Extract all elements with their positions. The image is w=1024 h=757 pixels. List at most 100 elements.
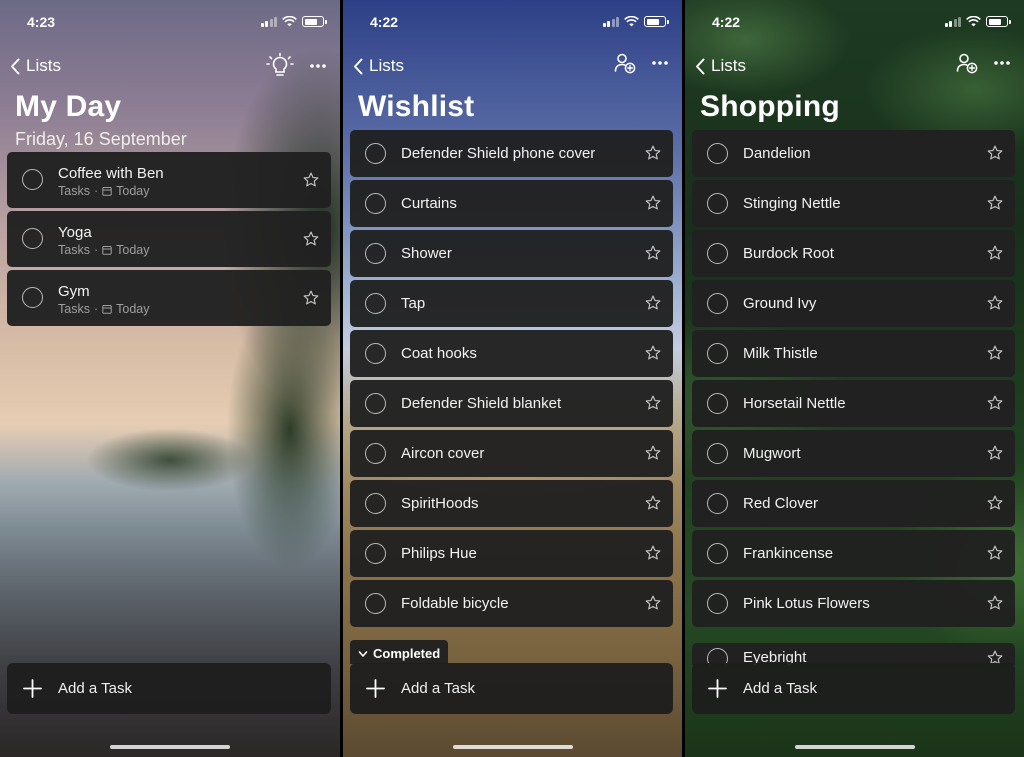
- complete-checkbox[interactable]: [365, 293, 386, 314]
- task-title: Coffee with Ben: [58, 165, 164, 182]
- shopping-screen: 4:22 Lists Shopping Dandelion Stinging N…: [685, 0, 1024, 757]
- star-icon[interactable]: [644, 144, 662, 162]
- complete-checkbox[interactable]: [365, 543, 386, 564]
- star-icon[interactable]: [986, 294, 1004, 312]
- back-to-lists-button[interactable]: Lists: [695, 56, 746, 76]
- task-item[interactable]: Aircon cover: [350, 430, 673, 477]
- task-title: Ground Ivy: [743, 295, 817, 312]
- complete-checkbox[interactable]: [365, 193, 386, 214]
- status-time: 4:23: [27, 14, 56, 30]
- task-item[interactable]: Burdock Root: [692, 230, 1015, 277]
- star-icon[interactable]: [644, 544, 662, 562]
- task-item[interactable]: Philips Hue: [350, 530, 673, 577]
- star-icon[interactable]: [986, 244, 1004, 262]
- task-item[interactable]: Mugwort: [692, 430, 1015, 477]
- star-icon[interactable]: [986, 444, 1004, 462]
- complete-checkbox[interactable]: [707, 443, 728, 464]
- more-options-button[interactable]: [310, 64, 326, 68]
- task-item[interactable]: SpiritHoods: [350, 480, 673, 527]
- home-indicator[interactable]: [794, 745, 915, 749]
- complete-checkbox[interactable]: [365, 243, 386, 264]
- complete-checkbox[interactable]: [707, 493, 728, 514]
- task-item[interactable]: Red Clover: [692, 480, 1015, 527]
- back-to-lists-button[interactable]: Lists: [353, 56, 404, 76]
- add-task-label: Add a Task: [58, 680, 132, 697]
- task-item[interactable]: Eyebright: [692, 643, 1015, 665]
- complete-checkbox[interactable]: [707, 193, 728, 214]
- home-indicator[interactable]: [110, 745, 230, 749]
- plus-icon: [366, 679, 385, 698]
- task-item[interactable]: Horsetail Nettle: [692, 380, 1015, 427]
- star-icon[interactable]: [986, 594, 1004, 612]
- task-item[interactable]: Foldable bicycle: [350, 580, 673, 627]
- complete-checkbox[interactable]: [707, 243, 728, 264]
- task-item[interactable]: Stinging Nettle: [692, 180, 1015, 227]
- star-icon[interactable]: [644, 344, 662, 362]
- star-icon[interactable]: [644, 444, 662, 462]
- task-item[interactable]: Shower: [350, 230, 673, 277]
- star-icon[interactable]: [986, 344, 1004, 362]
- task-title: Tap: [401, 295, 426, 312]
- star-icon[interactable]: [644, 594, 662, 612]
- complete-checkbox[interactable]: [365, 493, 386, 514]
- home-indicator[interactable]: [452, 745, 573, 749]
- complete-checkbox[interactable]: [22, 169, 43, 190]
- star-icon[interactable]: [302, 289, 320, 307]
- task-item[interactable]: Frankincense: [692, 530, 1015, 577]
- share-list-button[interactable]: [956, 52, 978, 74]
- suggestions-button[interactable]: [266, 52, 294, 80]
- star-icon[interactable]: [644, 244, 662, 262]
- complete-checkbox[interactable]: [707, 543, 728, 564]
- task-item[interactable]: Milk Thistle: [692, 330, 1015, 377]
- star-icon[interactable]: [986, 494, 1004, 512]
- complete-checkbox[interactable]: [707, 293, 728, 314]
- task-item[interactable]: Coffee with Ben Tasks · Today: [7, 152, 331, 208]
- star-icon[interactable]: [302, 230, 320, 248]
- star-icon[interactable]: [644, 394, 662, 412]
- star-icon[interactable]: [986, 144, 1004, 162]
- separator-dot: ·: [93, 302, 99, 316]
- plus-icon: [708, 679, 727, 698]
- task-item[interactable]: Coat hooks: [350, 330, 673, 377]
- star-icon[interactable]: [986, 544, 1004, 562]
- task-item[interactable]: Pink Lotus Flowers: [692, 580, 1015, 627]
- star-icon[interactable]: [644, 194, 662, 212]
- add-task-button[interactable]: Add a Task: [350, 663, 673, 714]
- task-item[interactable]: Curtains: [350, 180, 673, 227]
- star-icon[interactable]: [986, 194, 1004, 212]
- star-icon[interactable]: [986, 394, 1004, 412]
- complete-checkbox[interactable]: [365, 593, 386, 614]
- task-item[interactable]: Yoga Tasks · Today: [7, 211, 331, 267]
- more-options-button[interactable]: [652, 61, 668, 65]
- complete-checkbox[interactable]: [22, 228, 43, 249]
- task-item[interactable]: Ground Ivy: [692, 280, 1015, 327]
- task-list: Defender Shield phone cover Curtains Sho…: [350, 130, 673, 630]
- complete-checkbox[interactable]: [365, 143, 386, 164]
- complete-checkbox[interactable]: [707, 393, 728, 414]
- task-item[interactable]: Tap: [350, 280, 673, 327]
- completed-section-toggle[interactable]: Completed: [350, 640, 449, 664]
- back-to-lists-button[interactable]: Lists: [10, 56, 61, 76]
- star-icon[interactable]: [644, 494, 662, 512]
- nav-bar: Lists: [685, 53, 1024, 78]
- complete-checkbox[interactable]: [365, 393, 386, 414]
- complete-checkbox[interactable]: [707, 143, 728, 164]
- more-options-button[interactable]: [994, 61, 1010, 65]
- complete-checkbox[interactable]: [365, 443, 386, 464]
- task-item[interactable]: Gym Tasks · Today: [7, 270, 331, 326]
- complete-checkbox[interactable]: [365, 343, 386, 364]
- complete-checkbox[interactable]: [707, 593, 728, 614]
- task-item[interactable]: Dandelion: [692, 130, 1015, 177]
- task-item[interactable]: Defender Shield phone cover: [350, 130, 673, 177]
- share-list-button[interactable]: [614, 52, 636, 74]
- add-task-button[interactable]: Add a Task: [692, 663, 1015, 714]
- star-icon[interactable]: [302, 171, 320, 189]
- star-icon[interactable]: [644, 294, 662, 312]
- complete-checkbox[interactable]: [707, 343, 728, 364]
- task-item[interactable]: Defender Shield blanket: [350, 380, 673, 427]
- add-task-button[interactable]: Add a Task: [7, 663, 331, 714]
- status-bar: 4:22: [685, 14, 1024, 30]
- back-label: Lists: [711, 56, 746, 75]
- complete-checkbox[interactable]: [22, 287, 43, 308]
- chevron-left-icon: [696, 58, 705, 74]
